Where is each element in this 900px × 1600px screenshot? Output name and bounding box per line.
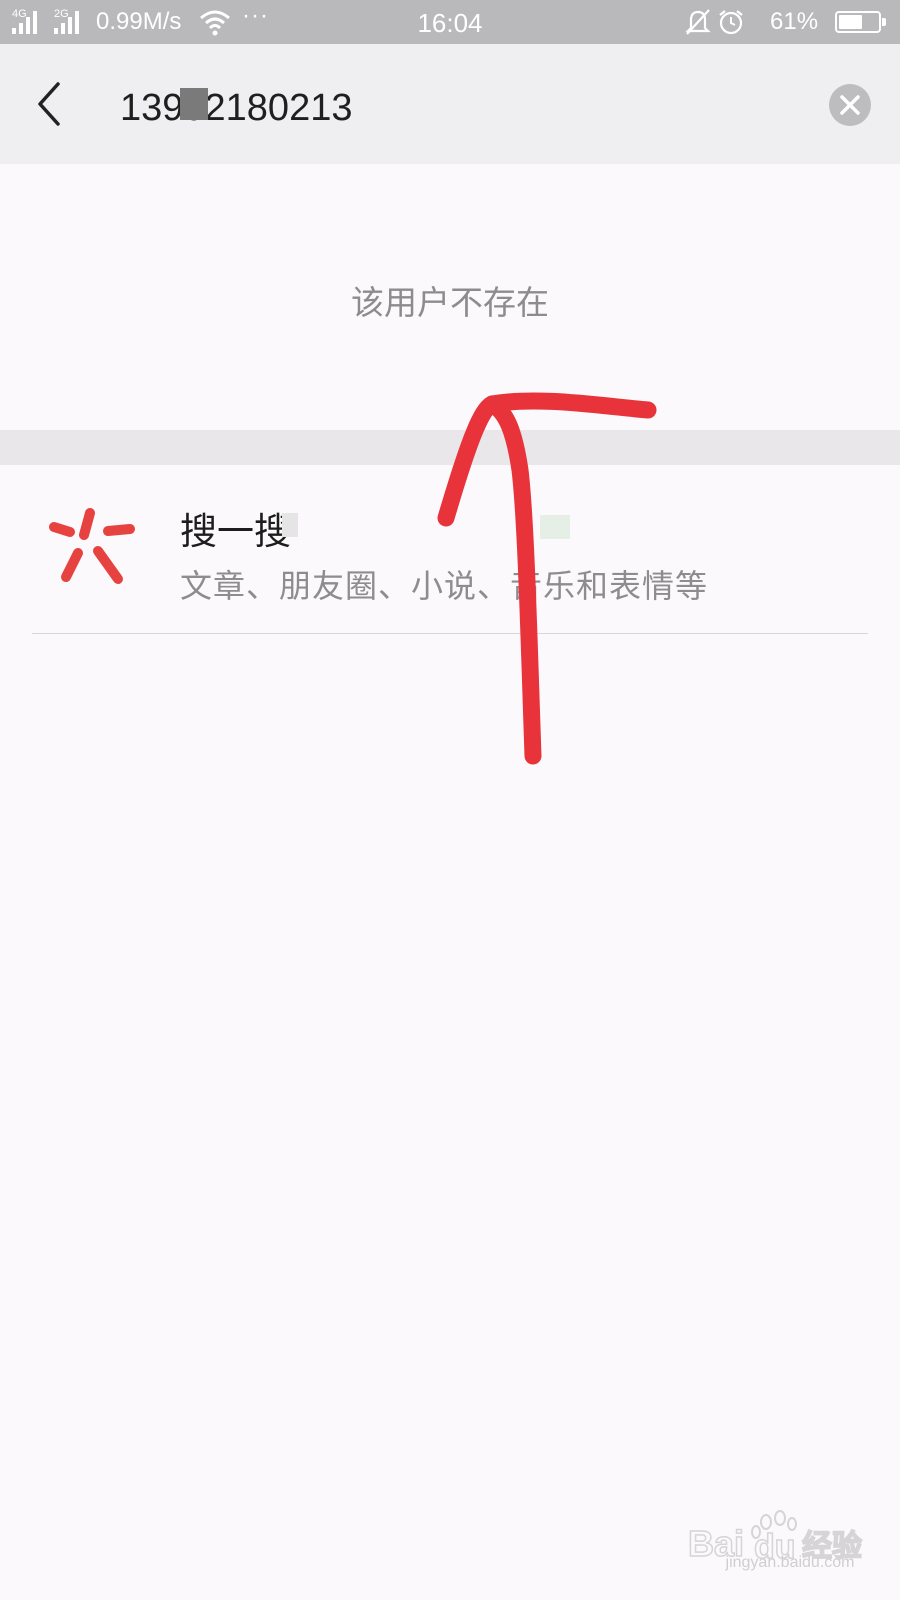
status-time: 16:04 xyxy=(417,8,483,38)
battery-icon xyxy=(835,11,886,33)
battery-percent: 61% xyxy=(770,8,819,35)
watermark-url: jingyan.baidu.com xyxy=(725,1554,855,1571)
search-header xyxy=(0,44,900,178)
user-not-found-message: 该用户不存在 xyxy=(351,283,549,322)
baidu-watermark-logo: Bai du 经验 xyxy=(688,1510,863,1567)
sou-yi-sou-icon xyxy=(49,508,135,584)
battery-nub xyxy=(882,18,886,26)
image-artifact-green xyxy=(540,515,570,539)
back-button[interactable] xyxy=(26,76,76,132)
chevron-left-icon xyxy=(38,82,60,126)
clear-search-button[interactable] xyxy=(829,84,871,126)
row-divider xyxy=(32,633,868,634)
status-bar: 4G 2G 0.99M/s ··· 16:04 61% xyxy=(0,0,900,44)
close-icon xyxy=(840,95,860,115)
redaction-mark xyxy=(180,88,208,120)
user-not-found-section: 该用户不存在 xyxy=(0,164,900,430)
sou-yi-sou-title: 搜一搜 xyxy=(180,510,291,553)
alarm-icon xyxy=(719,10,743,35)
sou-yi-sou-row[interactable]: 搜一搜 文章、朋友圈、小说、音乐和表情等 xyxy=(0,465,900,635)
section-divider xyxy=(0,430,900,465)
battery-fill xyxy=(839,15,863,29)
silent-bell-icon xyxy=(685,9,711,35)
image-artifact xyxy=(282,513,298,537)
sou-yi-sou-subtitle: 文章、朋友圈、小说、音乐和表情等 xyxy=(180,567,709,605)
